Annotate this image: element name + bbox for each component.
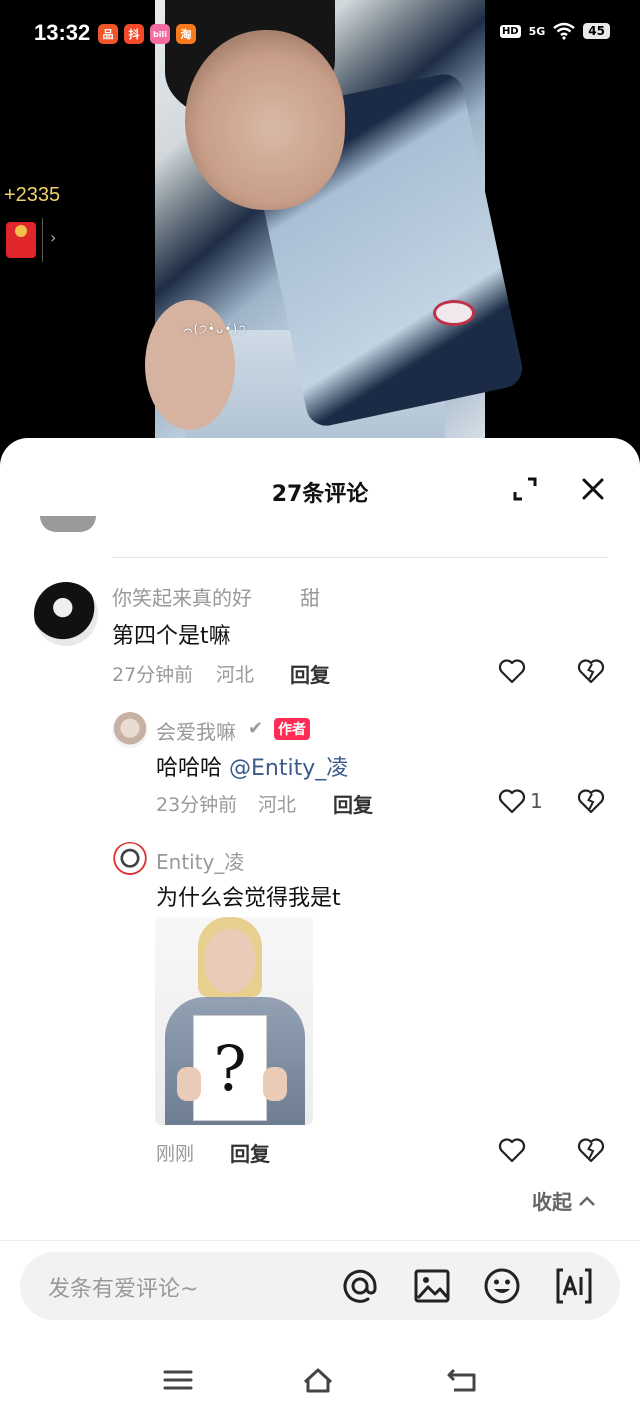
reward-divider [42, 218, 43, 262]
avatar[interactable] [112, 842, 148, 878]
app-icon-2: 抖 [124, 24, 144, 44]
image-icon[interactable] [412, 1266, 452, 1306]
image-figure-head [205, 929, 255, 993]
app-icon-3: bili [150, 24, 170, 44]
broken-heart-icon[interactable] [577, 1137, 605, 1163]
avatar[interactable] [34, 582, 98, 646]
battery-level: 45 [583, 23, 610, 39]
video-player[interactable]: ⌒(੭•̀ᴗ•́)੭ 13:32 品 抖 bili 淘 HD 5G 45 +23… [0, 0, 640, 460]
reply-button[interactable]: 回复 [290, 659, 330, 688]
reply-location: 河北 [258, 794, 297, 816]
image-figure-hand-right [263, 1067, 287, 1101]
heart-icon[interactable] [498, 1137, 526, 1163]
comment-time: 27分钟前 [112, 664, 194, 686]
question-mark-card: ? [193, 1015, 267, 1121]
comment-username-suffix[interactable]: 甜 [300, 582, 320, 611]
mention-link[interactable]: @Entity_凌 [229, 756, 348, 781]
like-count: 1 [530, 789, 543, 813]
comment-count-title: 27条评论 [271, 482, 369, 507]
close-icon[interactable] [579, 475, 607, 503]
comment-username[interactable]: 你笑起来真的好 [112, 582, 252, 611]
comment-input-bar[interactable]: 发条有爱评论~ [20, 1252, 620, 1320]
comment-input[interactable]: 发条有爱评论~ [48, 1271, 198, 1303]
broken-heart-icon[interactable] [577, 788, 605, 814]
status-time: 13:32 [34, 20, 91, 45]
menu-icon[interactable] [162, 1366, 194, 1394]
wifi-icon [553, 22, 576, 40]
reply-username[interactable]: 会爱我嘛 [156, 716, 236, 745]
reply-time: 23分钟前 [156, 794, 238, 816]
notification-app-icons: 品 抖 bili 淘 [98, 24, 196, 44]
chevron-right-icon[interactable]: › [50, 228, 56, 247]
collapse-replies-button[interactable]: 收起 [532, 1186, 596, 1215]
broken-heart-icon[interactable] [577, 658, 605, 684]
reply-text-body: 哈哈哈 [156, 756, 223, 781]
chevron-up-icon [579, 1195, 595, 1206]
back-icon[interactable] [446, 1366, 478, 1394]
reply-text: 为什么会觉得我是t [156, 886, 341, 911]
reply-username[interactable]: Entity_凌 [156, 846, 244, 875]
verified-check-icon: ✔ [248, 718, 264, 739]
image-figure-hand-left [177, 1067, 201, 1101]
school-badge [433, 300, 475, 326]
expand-icon[interactable] [512, 476, 538, 502]
status-indicators: HD 5G 45 [499, 22, 610, 40]
heart-icon[interactable] [498, 788, 526, 814]
home-icon[interactable] [302, 1366, 334, 1394]
reply-button[interactable]: 回复 [230, 1138, 270, 1167]
reply-time: 刚刚 [156, 1143, 195, 1165]
app-icon-1: 品 [98, 24, 118, 44]
red-packet-icon[interactable] [6, 222, 36, 258]
collapse-label: 收起 [532, 1190, 572, 1214]
divider [112, 557, 608, 558]
at-icon[interactable] [340, 1266, 380, 1306]
comment-sheet: 27条评论 你笑起来真的好 甜 第四个是t嘛 27分钟前 河北 回复 会爱我嘛 … [0, 438, 640, 1408]
avatar-scrolled-comment[interactable] [40, 516, 96, 532]
network-label: 5G [528, 24, 546, 38]
divider [0, 1240, 640, 1241]
system-nav-bar [0, 1348, 640, 1408]
video-figure-face-2 [145, 300, 235, 430]
scrolled-comment-text [120, 514, 190, 524]
author-badge: 作者 [274, 718, 310, 740]
emoji-icon[interactable] [482, 1266, 522, 1306]
reward-amount: +2335 [4, 184, 61, 206]
reply-image[interactable]: ? [155, 917, 313, 1125]
ai-icon[interactable] [554, 1266, 594, 1306]
avatar[interactable] [112, 712, 148, 748]
video-caption-kaomoji: ⌒(੭•̀ᴗ•́)੭ [183, 322, 247, 336]
app-icon-4: 淘 [176, 24, 196, 44]
status-bar: 13:32 品 抖 bili 淘 HD 5G 45 [0, 0, 640, 70]
reply-button[interactable]: 回复 [333, 789, 373, 818]
hd-badge: HD [499, 24, 521, 38]
heart-icon[interactable] [498, 658, 526, 684]
reply-text: 哈哈哈 @Entity_凌 [156, 750, 348, 782]
comment-text: 第四个是t嘛 [112, 624, 231, 649]
comment-location: 河北 [216, 664, 255, 686]
